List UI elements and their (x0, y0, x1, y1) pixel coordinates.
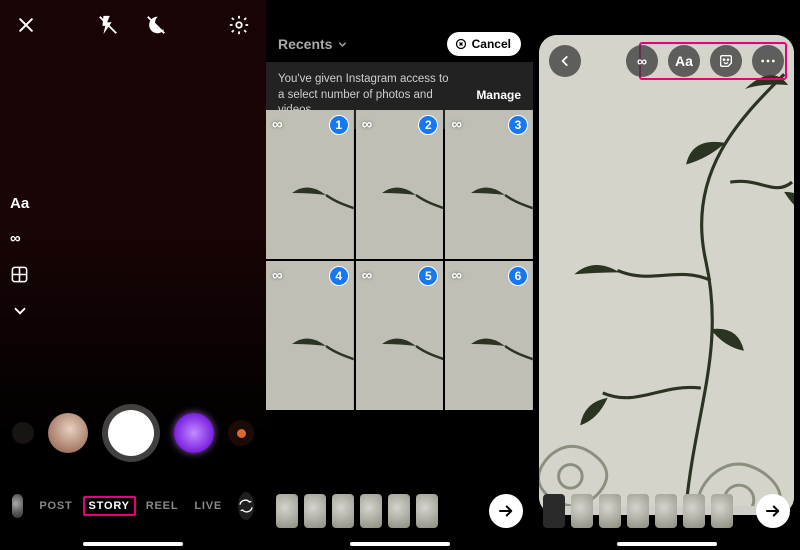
photo-cell[interactable]: ∞ 1 (266, 110, 354, 259)
thumb[interactable] (332, 494, 354, 528)
flash-off-icon[interactable] (97, 14, 119, 36)
photo-cell[interactable]: ∞ 3 (445, 110, 533, 259)
lens-filter-row (0, 404, 266, 462)
photo-grid: ∞ 1 ∞ 2 ∞ 3 ∞ 4 ∞ 5 (266, 110, 533, 410)
thumb[interactable] (711, 494, 733, 528)
boomerang-icon: ∞ (362, 267, 373, 284)
home-indicator (350, 542, 450, 546)
thumb[interactable] (304, 494, 326, 528)
flip-camera-icon[interactable] (238, 492, 254, 520)
thumb[interactable] (388, 494, 410, 528)
boomerang-icon: ∞ (451, 267, 462, 284)
filter-next[interactable] (228, 420, 254, 446)
story-camera-screen: Aa ∞ POST STORY REEL LIVE (0, 0, 266, 550)
thumb[interactable] (571, 494, 593, 528)
boomerang-tool[interactable]: ∞ (10, 230, 29, 247)
back-button[interactable] (549, 45, 581, 77)
next-button[interactable] (489, 494, 523, 528)
cancel-label: Cancel (472, 37, 511, 51)
home-indicator (83, 542, 183, 546)
capture-mode-row: POST STORY REEL LIVE (0, 492, 266, 520)
thumb[interactable] (416, 494, 438, 528)
next-button[interactable] (756, 494, 790, 528)
photo-cell[interactable]: ∞ 5 (356, 261, 444, 410)
album-name: Recents (278, 36, 332, 52)
filter-avatar[interactable] (48, 413, 88, 453)
boomerang-icon: ∞ (362, 116, 373, 133)
chevron-down-icon[interactable] (10, 302, 29, 320)
text-tool-button[interactable]: Aa (668, 45, 700, 77)
selection-badge: 1 (329, 115, 349, 135)
thumb[interactable] (360, 494, 382, 528)
cancel-button[interactable]: Cancel (447, 32, 521, 56)
mode-story[interactable]: STORY (89, 500, 130, 512)
boomerang-icon: ∞ (451, 116, 462, 133)
selection-badge: 4 (329, 266, 349, 286)
album-selector[interactable]: Recents (278, 36, 348, 52)
text-tool[interactable]: Aa (10, 195, 29, 212)
selected-thumb-strip (266, 494, 533, 528)
thumb[interactable] (276, 494, 298, 528)
shutter-button[interactable] (102, 404, 160, 462)
selection-badge: 6 (508, 266, 528, 286)
boomerang-icon: ∞ (272, 267, 283, 284)
gallery-thumb[interactable] (12, 494, 23, 518)
filter-prev[interactable] (12, 422, 34, 444)
home-indicator (617, 542, 717, 546)
layout-tool-icon[interactable] (10, 265, 29, 284)
mode-post[interactable]: POST (39, 500, 72, 512)
photo-cell[interactable]: ∞ 4 (266, 261, 354, 410)
mode-reel[interactable]: REEL (146, 500, 179, 512)
photo-cell[interactable]: ∞ 6 (445, 261, 533, 410)
manage-button[interactable]: Manage (476, 88, 521, 102)
settings-gear-icon[interactable] (228, 14, 250, 36)
thumb[interactable] (655, 494, 677, 528)
night-mode-icon[interactable] (145, 14, 167, 36)
story-edit-screen: ∞ Aa (533, 0, 800, 550)
thumb[interactable] (543, 494, 565, 528)
story-preview-card[interactable]: ∞ Aa (539, 35, 794, 515)
thumb[interactable] (683, 494, 705, 528)
selected-thumb-strip (533, 494, 800, 528)
filter-effect[interactable] (174, 413, 214, 453)
photo-cell[interactable]: ∞ 2 (356, 110, 444, 259)
gallery-picker-screen: Recents Cancel You've given Instagram ac… (266, 0, 533, 550)
thumb[interactable] (627, 494, 649, 528)
close-icon[interactable] (16, 15, 36, 35)
thumb[interactable] (599, 494, 621, 528)
boomerang-icon[interactable]: ∞ (626, 45, 658, 77)
boomerang-icon: ∞ (272, 116, 283, 133)
sticker-button[interactable] (710, 45, 742, 77)
selection-badge: 3 (508, 115, 528, 135)
mode-live[interactable]: LIVE (194, 500, 222, 512)
story-tools-rail: Aa ∞ (10, 195, 29, 320)
more-options-button[interactable] (752, 45, 784, 77)
